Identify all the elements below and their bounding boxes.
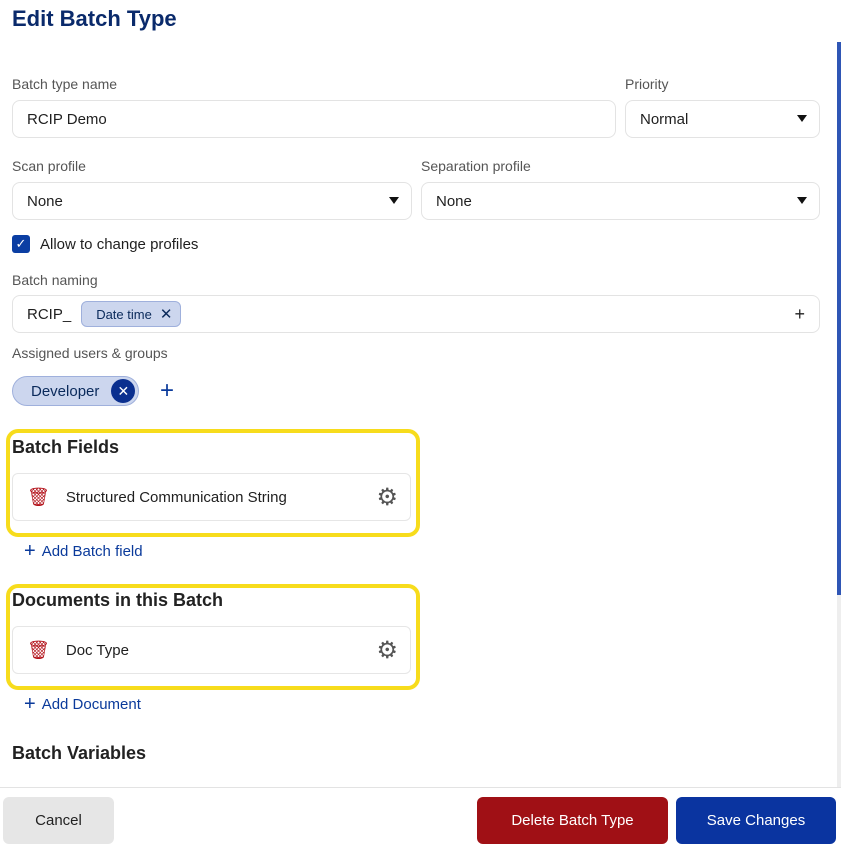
add-batch-field-label: Add Batch field (41, 543, 143, 560)
gear-icon[interactable]: ⚙ (376, 636, 398, 665)
batch-type-name-label: Batch type name (12, 76, 118, 92)
assigned-label: Assigned users & groups (12, 345, 168, 361)
documents-title: Documents in this Batch (12, 590, 224, 610)
priority-value: Normal (640, 110, 689, 128)
batch-naming-input[interactable]: RCIP_ Date time ✕ + (12, 295, 820, 333)
scrollbar-thumb[interactable] (837, 42, 841, 595)
assigned-chip-developer: Developer ✕ (12, 376, 140, 406)
cancel-button[interactable]: Cancel (3, 797, 114, 844)
token-label: Date time (96, 306, 152, 322)
batch-field-row: 🗑 Structured Communication String ⚙ (12, 473, 411, 521)
priority-select[interactable]: Normal (625, 100, 820, 138)
batch-variables-title: Batch Variables (12, 743, 147, 763)
document-row: 🗑 Doc Type ⚙ (12, 626, 411, 674)
delete-batch-type-button[interactable]: Delete Batch Type (477, 797, 668, 844)
priority-label: Priority (625, 76, 669, 92)
batch-naming-prefix: RCIP_ (27, 305, 72, 323)
close-icon[interactable]: ✕ (160, 305, 173, 323)
chip-label: Developer (31, 382, 100, 400)
separation-profile-value: None (436, 192, 472, 210)
save-changes-button[interactable]: Save Changes (676, 797, 836, 844)
date-time-token: Date time ✕ (81, 301, 182, 327)
add-document-label: Add Document (41, 696, 141, 713)
separation-profile-select[interactable]: None (421, 182, 820, 220)
batch-field-name: Structured Communication String (65, 488, 287, 506)
scan-profile-value: None (27, 192, 63, 210)
caret-down-icon (389, 197, 399, 204)
footer-divider (0, 787, 841, 788)
add-document-button[interactable]: + Add Document (24, 693, 141, 716)
caret-down-icon (797, 115, 807, 122)
document-name: Doc Type (65, 641, 129, 659)
checkbox-checked-icon[interactable]: ✓ (12, 235, 30, 253)
trash-icon[interactable]: 🗑 (27, 640, 50, 661)
plus-icon: + (24, 540, 36, 562)
separation-profile-label: Separation profile (421, 158, 531, 174)
add-token-button[interactable]: + (794, 304, 805, 325)
allow-change-profiles-label: Allow to change profiles (40, 235, 199, 253)
add-batch-field-button[interactable]: + Add Batch field (24, 540, 143, 563)
add-user-button[interactable]: + (160, 377, 174, 405)
allow-change-profiles-row[interactable]: ✓ Allow to change profiles (12, 235, 198, 253)
trash-icon[interactable]: 🗑 (27, 487, 50, 508)
remove-icon[interactable]: ✕ (111, 379, 136, 403)
caret-down-icon (797, 197, 807, 204)
scan-profile-label: Scan profile (12, 158, 86, 174)
scan-profile-select[interactable]: None (12, 182, 412, 220)
plus-icon: + (24, 693, 36, 715)
gear-icon[interactable]: ⚙ (376, 483, 398, 512)
batch-type-name-input[interactable]: RCIP Demo (12, 100, 616, 138)
batch-fields-title: Batch Fields (12, 437, 120, 457)
batch-naming-label: Batch naming (12, 272, 98, 288)
page-title: Edit Batch Type (12, 6, 177, 31)
